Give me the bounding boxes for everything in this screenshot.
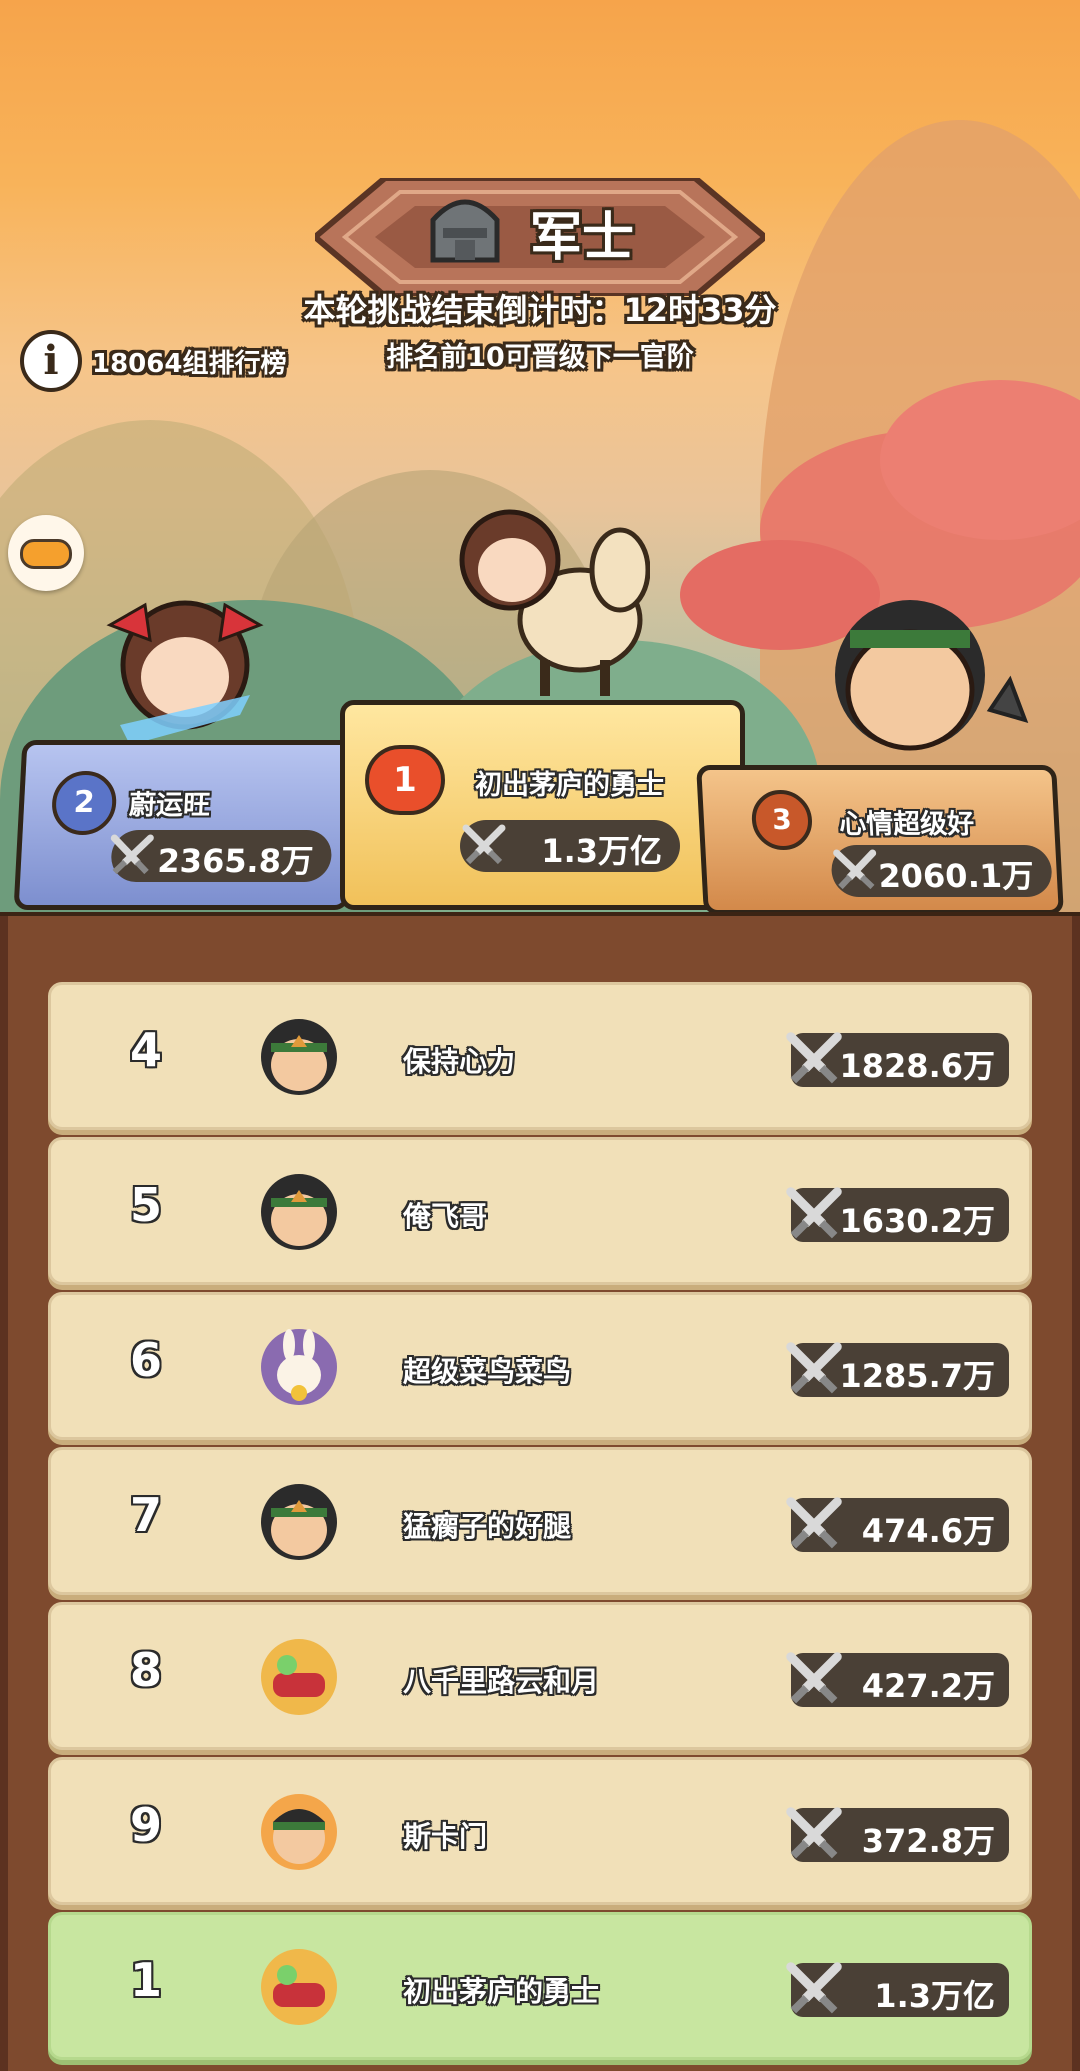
player-name: 初出茅庐的勇士 xyxy=(403,1975,600,2008)
rank-number: 1 xyxy=(129,1953,162,2007)
podium-second-name: 蔚运旺 xyxy=(128,790,211,821)
self-rank-row[interactable]: 1 初出茅庐的勇士 1.3万亿 xyxy=(48,1912,1032,2060)
first-place-character xyxy=(459,509,650,696)
podium-third-power: 2060.1万 xyxy=(830,845,1053,897)
rank-3-badge: 3 xyxy=(750,790,814,850)
power-pill: 427.2万 xyxy=(786,1652,1009,1707)
power-value: 1.3万亿 xyxy=(874,1977,995,2015)
info-icon[interactable]: i xyxy=(20,330,82,392)
player-name: 保持心力 xyxy=(403,1045,516,1078)
leaderboard-row[interactable]: 5 俺飞哥 1630.2万 xyxy=(48,1137,1032,1285)
rank-number: 7 xyxy=(129,1488,162,1542)
power-value: 474.6万 xyxy=(861,1512,995,1550)
helmet-icon xyxy=(430,199,500,263)
sword-icon xyxy=(786,1497,842,1549)
group-leaderboard-label: 18064组排行榜 xyxy=(92,349,287,379)
power-pill: 1630.2万 xyxy=(786,1187,1009,1242)
podium-second-power: 2365.8万 xyxy=(110,830,333,882)
player-name: 斯卡门 xyxy=(403,1820,488,1853)
third-place-character xyxy=(835,600,1029,751)
gamepad-icon[interactable] xyxy=(8,515,84,591)
sword-icon xyxy=(786,1962,842,2014)
sword-icon xyxy=(786,1032,842,1084)
second-place-character xyxy=(106,600,264,745)
power-value: 1285.7万 xyxy=(839,1357,996,1395)
sword-icon xyxy=(786,1807,842,1859)
sword-icon xyxy=(786,1652,842,1704)
power-pill: 372.8万 xyxy=(786,1807,1009,1862)
leaderboard-row[interactable]: 8 八千里路云和月 427.2万 xyxy=(48,1602,1032,1750)
rank-number: 4 xyxy=(129,1023,162,1077)
power-value: 1630.2万 xyxy=(839,1202,996,1240)
rank-number: 8 xyxy=(129,1643,162,1697)
leaderboard-row[interactable]: 7 猛瘸子的好腿 474.6万 xyxy=(48,1447,1032,1595)
leaderboard-row[interactable]: 4 保持心力 1828.6万 xyxy=(48,982,1032,1130)
rabbit-avatar[interactable] xyxy=(259,1327,339,1407)
power-pill: 1.3万亿 xyxy=(786,1962,1009,2017)
podium-third-name: 心情超级好 xyxy=(838,809,975,840)
sword-icon xyxy=(786,1342,842,1394)
rank-title: 军士 xyxy=(530,208,635,268)
power-pill: 474.6万 xyxy=(786,1497,1009,1552)
player-name: 俺飞哥 xyxy=(403,1200,488,1233)
power-pill: 1828.6万 xyxy=(786,1032,1009,1087)
power-value: 427.2万 xyxy=(861,1667,995,1705)
power-value: 1828.6万 xyxy=(839,1047,996,1085)
podium-first-power: 1.3万亿 xyxy=(460,820,680,872)
power-value: 372.8万 xyxy=(861,1822,995,1860)
warrior-avatar[interactable] xyxy=(259,1482,339,1562)
rank-number: 9 xyxy=(129,1798,162,1852)
leaderboard-row[interactable]: 6 超级菜鸟菜鸟 1285.7万 xyxy=(48,1292,1032,1440)
sword-icon xyxy=(833,849,877,890)
player-name: 猛瘸子的好腿 xyxy=(403,1510,572,1543)
drum-avatar[interactable] xyxy=(259,1947,339,2027)
podium-third[interactable]: 3 心情超级好 2060.1万 xyxy=(696,765,1064,915)
sword-icon xyxy=(462,824,506,865)
player-name: 八千里路云和月 xyxy=(403,1665,600,1698)
leaderboard-row[interactable]: 9 斯卡门 372.8万 xyxy=(48,1757,1032,1905)
warrior-avatar[interactable] xyxy=(259,1172,339,1252)
player-name: 超级菜鸟菜鸟 xyxy=(403,1355,572,1388)
rank-1-badge: 1 xyxy=(365,745,445,815)
rank-number: 6 xyxy=(129,1333,162,1387)
rank-2-badge: 2 xyxy=(50,771,118,835)
hero-avatar[interactable] xyxy=(259,1792,339,1872)
countdown-text: 本轮挑战结束倒计时：12时33分 xyxy=(303,291,777,329)
sword-icon xyxy=(786,1187,842,1239)
podium-first[interactable]: 1 初出茅庐的勇士 1.3万亿 xyxy=(340,700,745,910)
power-pill: 1285.7万 xyxy=(786,1342,1009,1397)
rank-number: 5 xyxy=(129,1178,162,1232)
podium-first-name: 初出茅庐的勇士 xyxy=(475,770,664,801)
drum-avatar[interactable] xyxy=(259,1637,339,1717)
warrior-avatar[interactable] xyxy=(259,1017,339,1097)
sword-icon xyxy=(110,834,154,875)
podium-second[interactable]: 2 蔚运旺 2365.8万 xyxy=(13,740,358,910)
